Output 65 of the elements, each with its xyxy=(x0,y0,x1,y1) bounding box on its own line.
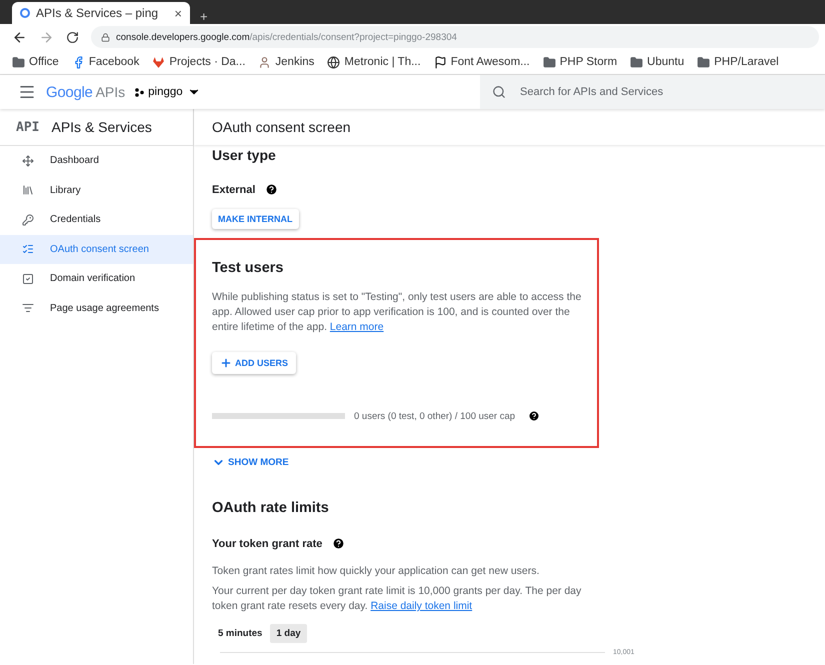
section-heading: User type xyxy=(212,147,277,163)
lock-icon xyxy=(101,32,110,42)
usage-text: 0 users (0 test, 0 other) / 100 user cap xyxy=(354,410,516,422)
bookmark[interactable]: Office xyxy=(12,56,59,68)
browser-tab[interactable]: APIs & Services – ping × xyxy=(12,2,190,24)
sidebar-item[interactable]: Domain verification xyxy=(0,264,193,294)
raise-limit-link[interactable]: Raise daily token limit xyxy=(370,600,472,612)
bookmark[interactable]: Font Awesom... xyxy=(434,56,530,68)
logo: Google xyxy=(46,84,93,100)
sidebar-item[interactable]: Page usage agreements xyxy=(0,294,193,323)
library-icon xyxy=(22,184,34,196)
person-icon xyxy=(258,56,272,68)
help-icon[interactable] xyxy=(265,183,278,196)
reload-icon[interactable] xyxy=(66,30,79,44)
folder-icon xyxy=(630,56,644,68)
sidebar-item[interactable]: Library xyxy=(0,176,193,205)
make-internal-button[interactable]: MAKE INTERNAL xyxy=(212,209,298,229)
search-icon xyxy=(492,85,506,99)
fox-icon xyxy=(152,56,166,68)
sidebar-item[interactable]: OAuth consent screen xyxy=(0,234,193,264)
back-icon[interactable] xyxy=(12,30,27,44)
search-field[interactable]: Search for APIs and Services xyxy=(480,75,825,109)
help-icon[interactable] xyxy=(332,537,346,550)
description: While publishing status is set to "Testing", only test users are able to access the app. Allowed user cap prior to app verification is 100, and is counted over the entire lifetime of the app. Learn more xyxy=(212,290,582,335)
key-icon xyxy=(22,214,34,226)
logo-suffix: APIs xyxy=(96,84,126,100)
project-selector[interactable]: pinggo xyxy=(135,85,201,99)
flag-icon xyxy=(434,56,447,68)
add-users-button[interactable]: ADD USERS xyxy=(212,352,296,374)
folder-icon xyxy=(12,56,25,68)
bookmark[interactable]: Jenkins xyxy=(258,56,314,68)
show-more-link[interactable]: SHOW MORE xyxy=(212,456,289,469)
bookmark[interactable]: Projects · Da... xyxy=(152,56,246,68)
api-label: API xyxy=(16,120,40,134)
range-toggle[interactable]: 5 minutes xyxy=(212,624,268,643)
bookmark[interactable]: Ubuntu xyxy=(630,56,684,68)
close-icon[interactable]: × xyxy=(174,6,182,20)
bookmark[interactable]: Metronic | Th... xyxy=(327,56,421,68)
description: Your current per day token grant rate limit is 10,000 grants per day. The per day token grant rate resets every day. Raise daily token limit xyxy=(212,584,582,614)
new-tab-icon[interactable]: + xyxy=(200,9,208,24)
sidebar-item[interactable]: Credentials xyxy=(0,205,193,234)
learn-more-link[interactable]: Learn more xyxy=(330,321,384,333)
url-host: console.developers.google.com xyxy=(116,32,250,42)
plus-icon xyxy=(220,357,232,369)
globe-icon xyxy=(327,56,340,68)
folder-icon xyxy=(697,56,710,68)
section-heading: Test users xyxy=(212,260,284,276)
help-icon[interactable] xyxy=(528,410,540,422)
sidebar-item[interactable]: Dashboard xyxy=(0,146,193,176)
tab-title: APIs & Services – ping xyxy=(36,6,160,20)
bookmark[interactable]: PHP/Laravel xyxy=(697,56,779,68)
description: Token grant rates limit how quickly your application can get new users. xyxy=(212,564,540,579)
dots-icon xyxy=(135,88,144,96)
page-title: OAuth consent screen xyxy=(194,109,825,145)
sidebar-title: APIs & Services xyxy=(51,119,152,135)
section-heading: OAuth rate limits xyxy=(212,500,330,516)
bookmark[interactable]: PHP Storm xyxy=(542,56,618,68)
range-toggle[interactable]: 1 day xyxy=(270,624,307,643)
menu-icon[interactable] xyxy=(18,83,36,101)
url-path: /apis/credentials/consent?project=pinggo-298304 xyxy=(250,32,457,42)
user-type-label: External xyxy=(212,184,256,196)
folder-icon xyxy=(542,56,556,68)
bookmark[interactable]: Facebook xyxy=(72,56,140,68)
address-bar[interactable]: console.developers.google.com/apis/credentials/consent?project=pinggo-298304 xyxy=(91,26,819,48)
subsection-heading: Your token grant rate xyxy=(212,538,322,550)
